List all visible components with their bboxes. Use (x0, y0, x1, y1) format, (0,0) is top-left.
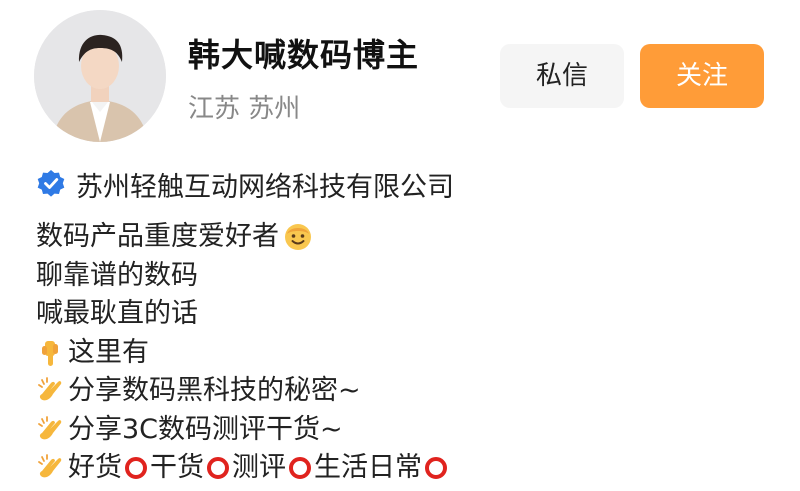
follow-button[interactable]: 关注 (640, 44, 764, 108)
smiling-face-icon (283, 222, 313, 252)
verification-row: 苏州轻触互动网络科技有限公司 (36, 166, 454, 203)
bio-line-text: 数码产品重度爱好者 (36, 221, 279, 252)
bio-line: 这里有 (36, 334, 776, 373)
bio-tag: 好货 (68, 452, 122, 483)
bio-line-text: 聊靠谱的数码 (36, 259, 198, 291)
verified-badge-icon (37, 170, 65, 197)
bio-line-text: 分享3C数码测评干货~ (68, 413, 343, 445)
profile-name: 韩大喊数码博主 (188, 36, 420, 74)
bio-line-text: 这里有 (68, 336, 149, 368)
bio-line: 数码产品重度爱好者 (36, 218, 776, 257)
bio-line: 喊最耿直的话 (36, 295, 776, 334)
company-name: 苏州轻触互动网络科技有限公司 (76, 171, 454, 203)
bio-line: 好货 干货 测评 生活日常 (36, 449, 776, 488)
bio-line: 分享3C数码测评干货~ (36, 411, 776, 450)
red-circle-icon (207, 457, 229, 480)
bio-tag: 干货 (150, 452, 204, 483)
bio-line: 分享数码黑科技的秘密~ (36, 372, 776, 411)
red-circle-icon (289, 457, 311, 480)
clapping-hands-icon (36, 415, 66, 445)
bio-line-text: 喊最耿直的话 (36, 298, 198, 329)
red-circle-icon (425, 457, 447, 480)
clapping-hands-icon (36, 453, 66, 483)
avatar[interactable] (34, 10, 166, 142)
red-circle-icon (125, 457, 147, 480)
profile-location: 江苏 苏州 (188, 94, 301, 124)
bio-tag: 生活日常 (314, 452, 422, 483)
person-avatar-icon (34, 10, 166, 142)
bio-line-text: 分享数码黑科技的秘密~ (68, 375, 361, 406)
message-button[interactable]: 私信 (500, 44, 624, 108)
profile-bio: 数码产品重度爱好者 聊靠谱的数码 喊最耿直的话 这里有 分享数码黑科技的秘密~ … (36, 218, 776, 488)
clapping-hands-icon (36, 376, 66, 406)
bio-line: 聊靠谱的数码 (36, 257, 776, 296)
pointing-down-icon (36, 338, 66, 368)
bio-tag: 测评 (232, 452, 286, 483)
